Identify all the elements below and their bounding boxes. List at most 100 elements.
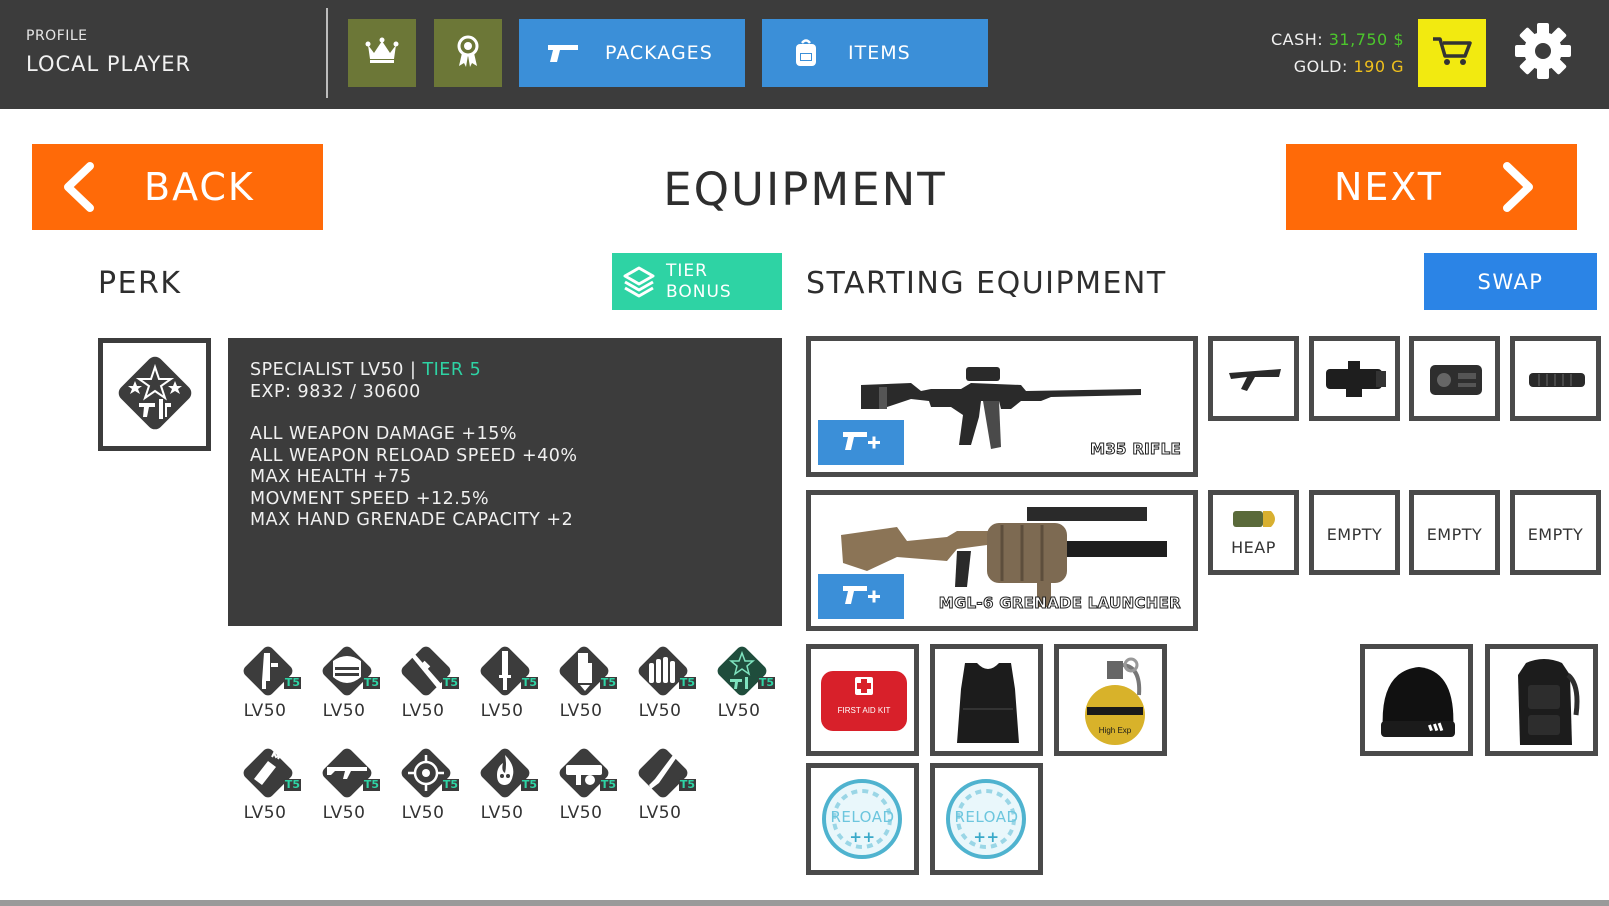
equipment-section-title: STARTING EQUIPMENT bbox=[806, 266, 1167, 301]
primary-weapon-name: M35 RIFLE bbox=[1090, 440, 1182, 459]
perk-skill-sniper[interactable]: T5 LV50 bbox=[387, 641, 459, 727]
cash-value: 31,750 $ bbox=[1328, 30, 1404, 49]
ammo-perk-icon bbox=[633, 641, 693, 701]
currency-display: CASH: 31,750 $ GOLD: 190 G bbox=[1271, 26, 1404, 80]
perk-tier: TIER 5 bbox=[422, 360, 482, 380]
perk-name: SPECIALIST LV50 bbox=[250, 360, 404, 380]
perk-separator: | bbox=[403, 360, 423, 380]
perk-skill-armor[interactable]: T5 LV50 bbox=[308, 641, 380, 727]
next-button[interactable]: NEXT bbox=[1286, 144, 1577, 230]
perk-skill-fire[interactable]: T5 LV50 bbox=[466, 743, 538, 829]
tier-bonus-button[interactable]: TIER BONUS bbox=[612, 253, 782, 310]
specialist-perk-icon bbox=[712, 641, 772, 701]
perk-skill-knife[interactable]: T5 LV50 bbox=[466, 641, 538, 727]
items-label: ITEMS bbox=[848, 42, 911, 64]
hand-grenade-icon: High Exp bbox=[1077, 655, 1151, 751]
perk-skill-specialist[interactable]: T5 LV50 bbox=[703, 641, 775, 727]
body-armor-icon bbox=[953, 659, 1023, 751]
item-slot-first-aid[interactable]: FIRST AID KIT bbox=[806, 644, 919, 756]
tier-badge: T5 bbox=[520, 778, 538, 791]
perk-skill-heavy-weapon[interactable]: T5 LV50 bbox=[545, 743, 617, 829]
perk-skill-ammo[interactable]: T5 LV50 bbox=[624, 641, 696, 727]
skill-level: LV50 bbox=[638, 701, 682, 721]
fire-perk-icon bbox=[475, 743, 535, 803]
leaderboard-button[interactable] bbox=[348, 19, 416, 87]
change-secondary-weapon-button[interactable] bbox=[818, 574, 904, 619]
change-primary-weapon-button[interactable] bbox=[818, 420, 904, 465]
empty-slot-label: EMPTY bbox=[1527, 525, 1584, 544]
cosmetic-slot-head[interactable] bbox=[1360, 644, 1473, 756]
perk-specialist-icon-box[interactable] bbox=[98, 338, 211, 451]
armor-perk-icon bbox=[317, 641, 377, 701]
perk-skill-medic[interactable]: T5 LV50 bbox=[545, 641, 617, 727]
tier-badge: T5 bbox=[678, 778, 696, 791]
back-label: BACK bbox=[144, 165, 255, 209]
primary-attachment-slot[interactable] bbox=[1510, 336, 1601, 421]
divider bbox=[326, 8, 328, 98]
secondary-attachment-slot[interactable]: EMPTY bbox=[1309, 490, 1400, 575]
perk-skill-rifle[interactable]: T5 LV50 bbox=[308, 743, 380, 829]
cosmetic-slot-back[interactable] bbox=[1485, 644, 1598, 756]
secondary-attachment-slot[interactable]: EMPTY bbox=[1409, 490, 1500, 575]
layers-icon bbox=[622, 265, 656, 299]
item-slot-reload-perk[interactable]: RELOAD ++ bbox=[930, 763, 1043, 875]
perk-skill-explosive[interactable]: T5 LV50 bbox=[229, 743, 301, 829]
tier-badge: T5 bbox=[520, 676, 538, 689]
perk-bonus: MAX HEALTH +75 bbox=[250, 467, 412, 487]
tier-badge: T5 bbox=[757, 676, 775, 689]
gold-value: 190 G bbox=[1353, 57, 1404, 76]
secondary-weapon-slot[interactable]: MGL-6 GRENADE LAUNCHER bbox=[806, 490, 1198, 631]
shop-cart-button[interactable] bbox=[1418, 19, 1486, 87]
primary-weapon-slot[interactable]: M35 RIFLE bbox=[806, 336, 1198, 477]
reload-label: RELOAD bbox=[830, 808, 895, 826]
settings-button[interactable] bbox=[1510, 20, 1576, 86]
tier-badge: T5 bbox=[441, 778, 459, 791]
secondary-attachment-slot[interactable]: EMPTY bbox=[1510, 490, 1601, 575]
perk-skill-crosshair[interactable]: T5 LV50 bbox=[387, 743, 459, 829]
achievements-button[interactable] bbox=[434, 19, 502, 87]
reload-plus-label: ++ bbox=[973, 828, 1000, 846]
tier-badge: T5 bbox=[678, 676, 696, 689]
red-dot-sight-icon bbox=[1324, 359, 1388, 403]
award-ribbon-icon bbox=[455, 34, 481, 72]
tier-badge: T5 bbox=[283, 778, 301, 791]
knife-perk-icon bbox=[475, 641, 535, 701]
perk-skill-shotgun[interactable]: T5 LV50 bbox=[624, 743, 696, 829]
ammo-label: HEAP bbox=[1231, 538, 1276, 557]
backpack-icon bbox=[786, 38, 826, 68]
perk-skill-pistol[interactable]: T5 LV50 bbox=[229, 641, 301, 727]
packages-label: PACKAGES bbox=[605, 42, 713, 64]
primary-attachment-slot[interactable] bbox=[1309, 336, 1400, 421]
perk-bonus: ALL WEAPON DAMAGE +15% bbox=[250, 424, 517, 444]
perk-description-panel: SPECIALIST LV50 | TIER 5 EXP: 9832 / 306… bbox=[228, 338, 782, 626]
chevron-right-icon bbox=[1501, 162, 1537, 212]
player-name[interactable]: LOCAL PLAYER bbox=[26, 52, 191, 76]
skill-level: LV50 bbox=[638, 803, 682, 823]
skill-level: LV50 bbox=[401, 803, 445, 823]
item-slot-grenade[interactable]: High Exp bbox=[1054, 644, 1167, 756]
crosshair-perk-icon bbox=[396, 743, 456, 803]
crown-icon bbox=[365, 37, 399, 69]
empty-slot-label: EMPTY bbox=[1426, 525, 1483, 544]
item-slot-reload-perk[interactable]: RELOAD ++ bbox=[806, 763, 919, 875]
reload-plus-label: ++ bbox=[849, 828, 876, 846]
primary-attachment-slot[interactable] bbox=[1208, 336, 1299, 421]
bottom-divider bbox=[0, 900, 1609, 906]
laser-module-icon bbox=[1426, 359, 1486, 405]
skill-level: LV50 bbox=[480, 701, 524, 721]
shotgun-perk-icon bbox=[633, 743, 693, 803]
perk-bonus: ALL WEAPON RELOAD SPEED +40% bbox=[250, 445, 578, 466]
sniper-perk-icon bbox=[396, 641, 456, 701]
packages-button[interactable]: PACKAGES bbox=[519, 19, 745, 87]
secondary-ammo-slot[interactable]: HEAP bbox=[1208, 490, 1299, 575]
item-slot-body-armor[interactable] bbox=[930, 644, 1043, 756]
back-button[interactable]: BACK bbox=[32, 144, 323, 230]
primary-attachment-slot[interactable] bbox=[1409, 336, 1500, 421]
swap-button[interactable]: SWAP bbox=[1424, 253, 1597, 310]
skill-level: LV50 bbox=[243, 803, 287, 823]
grenade-round-icon bbox=[1231, 509, 1281, 533]
tactical-backpack-icon bbox=[1506, 655, 1582, 751]
first-aid-kit-icon: FIRST AID KIT bbox=[819, 665, 909, 739]
add-weapon-icon bbox=[841, 582, 881, 612]
items-button[interactable]: ITEMS bbox=[762, 19, 988, 87]
